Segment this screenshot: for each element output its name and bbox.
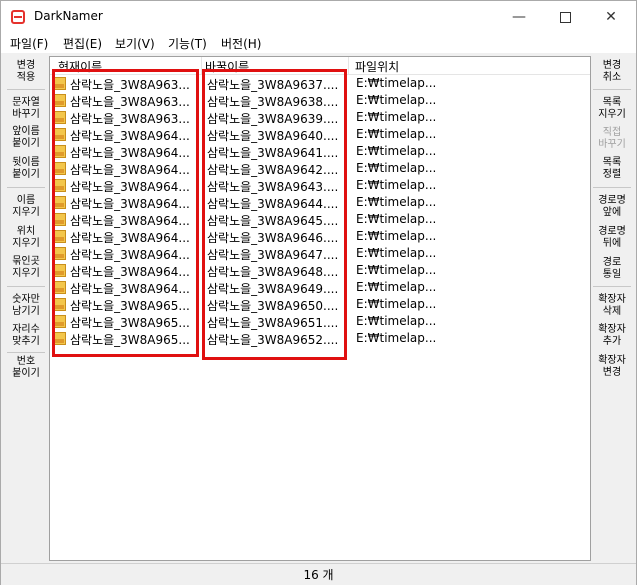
file-location-cell: E:₩timelap... — [356, 314, 437, 328]
menu-file[interactable]: 파일(F) — [10, 35, 48, 52]
new-name-highlight — [202, 69, 347, 360]
append-name-button[interactable]: 뒷이름 붙이기 — [5, 157, 47, 181]
file-location-cell: E:₩timelap... — [356, 93, 437, 107]
file-location-cell: E:₩timelap... — [356, 144, 437, 158]
column-divider[interactable] — [348, 57, 349, 74]
file-location-cell: E:₩timelap... — [356, 161, 437, 175]
delete-extension-button[interactable]: 확장자 삭제 — [591, 294, 633, 318]
toolbar-separator — [593, 286, 631, 287]
delete-bracketed-button[interactable]: 묶인곳 지우기 — [5, 256, 47, 280]
toolbar-separator — [7, 352, 45, 353]
status-bar: 16 개 — [1, 563, 636, 585]
darknamer-window: DarkNamer — ✕ 파일(F) 편집(E) 보기(V) 기능(T) 버전… — [0, 0, 637, 585]
window-title: DarkNamer — [34, 9, 103, 23]
right-toolbar: 변경 취소 목록 지우기 직접 바꾸기 목록 정렬 경로명 앞에 경로명 뒤에 경로 통일 확… — [591, 56, 633, 561]
prepend-name-button[interactable]: 앞이름 붙이기 — [5, 126, 47, 150]
app-icon — [11, 10, 25, 24]
file-location-cell: E:₩timelap... — [356, 195, 437, 209]
minimize-button[interactable]: — — [496, 1, 542, 33]
change-extension-button[interactable]: 확장자 변경 — [591, 355, 633, 379]
pad-digits-button[interactable]: 자리수 맞추기 — [5, 324, 47, 348]
undo-changes-button[interactable]: 변경 취소 — [591, 60, 633, 84]
menu-functions[interactable]: 기능(T) — [168, 35, 207, 52]
file-location-cell: E:₩timelap... — [356, 246, 437, 260]
toolbar-separator — [7, 286, 45, 287]
apply-changes-button[interactable]: 변경 적용 — [5, 60, 47, 84]
toolbar-separator — [7, 89, 45, 90]
menu-edit[interactable]: 편집(E) — [63, 35, 102, 52]
file-location-cell: E:₩timelap... — [356, 331, 437, 345]
toolbar-separator — [593, 89, 631, 90]
numbers-only-button[interactable]: 숫자만 남기기 — [5, 294, 47, 318]
current-name-highlight — [52, 69, 199, 357]
file-location-cell: E:₩timelap... — [356, 280, 437, 294]
menu-view[interactable]: 보기(V) — [115, 35, 155, 52]
replace-string-button[interactable]: 문자열 바꾸기 — [5, 97, 47, 121]
path-prefix-button[interactable]: 경로명 앞에 — [591, 195, 633, 219]
column-file-location[interactable]: 파일위치 — [355, 58, 399, 75]
maximize-icon — [559, 11, 571, 23]
file-list[interactable]: 현재이름 바꿀이름 파일위치 삼락노을_3W8A963... 삼락노을_3W8A9… — [49, 56, 591, 561]
file-location-cell: E:₩timelap... — [356, 212, 437, 226]
delete-name-button[interactable]: 이름 지우기 — [5, 195, 47, 219]
toolbar-separator — [593, 187, 631, 188]
left-toolbar: 변경 적용 문자열 바꾸기 앞이름 붙이기 뒷이름 붙이기 이름 지우기 위치 지우기 묶인… — [5, 56, 47, 561]
file-location-cell: E:₩timelap... — [356, 297, 437, 311]
sort-list-button[interactable]: 목록 정렬 — [591, 157, 633, 181]
file-count: 16 개 — [303, 568, 334, 582]
file-location-cell: E:₩timelap... — [356, 110, 437, 124]
file-location-cell: E:₩timelap... — [356, 263, 437, 277]
title-bar[interactable]: DarkNamer — ✕ — [1, 1, 636, 33]
file-location-cell: E:₩timelap... — [356, 127, 437, 141]
file-location-cell: E:₩timelap... — [356, 178, 437, 192]
toolbar-separator — [7, 187, 45, 188]
close-button[interactable]: ✕ — [588, 1, 634, 33]
unify-path-button[interactable]: 경로 통일 — [591, 257, 633, 281]
add-extension-button[interactable]: 확장자 추가 — [591, 324, 633, 348]
path-suffix-button[interactable]: 경로명 뒤에 — [591, 226, 633, 250]
maximize-button[interactable] — [542, 1, 588, 33]
add-number-button[interactable]: 번호 붙이기 — [5, 356, 47, 380]
clear-list-button[interactable]: 목록 지우기 — [591, 97, 633, 121]
file-location-cell: E:₩timelap... — [356, 76, 437, 90]
menu-version[interactable]: 버전(H) — [221, 35, 261, 52]
file-location-cell: E:₩timelap... — [356, 229, 437, 243]
menu-bar: 파일(F) 편집(E) 보기(V) 기능(T) 버전(H) — [1, 33, 636, 53]
direct-rename-button[interactable]: 직접 바꾸기 — [591, 127, 633, 151]
delete-position-button[interactable]: 위치 지우기 — [5, 226, 47, 250]
